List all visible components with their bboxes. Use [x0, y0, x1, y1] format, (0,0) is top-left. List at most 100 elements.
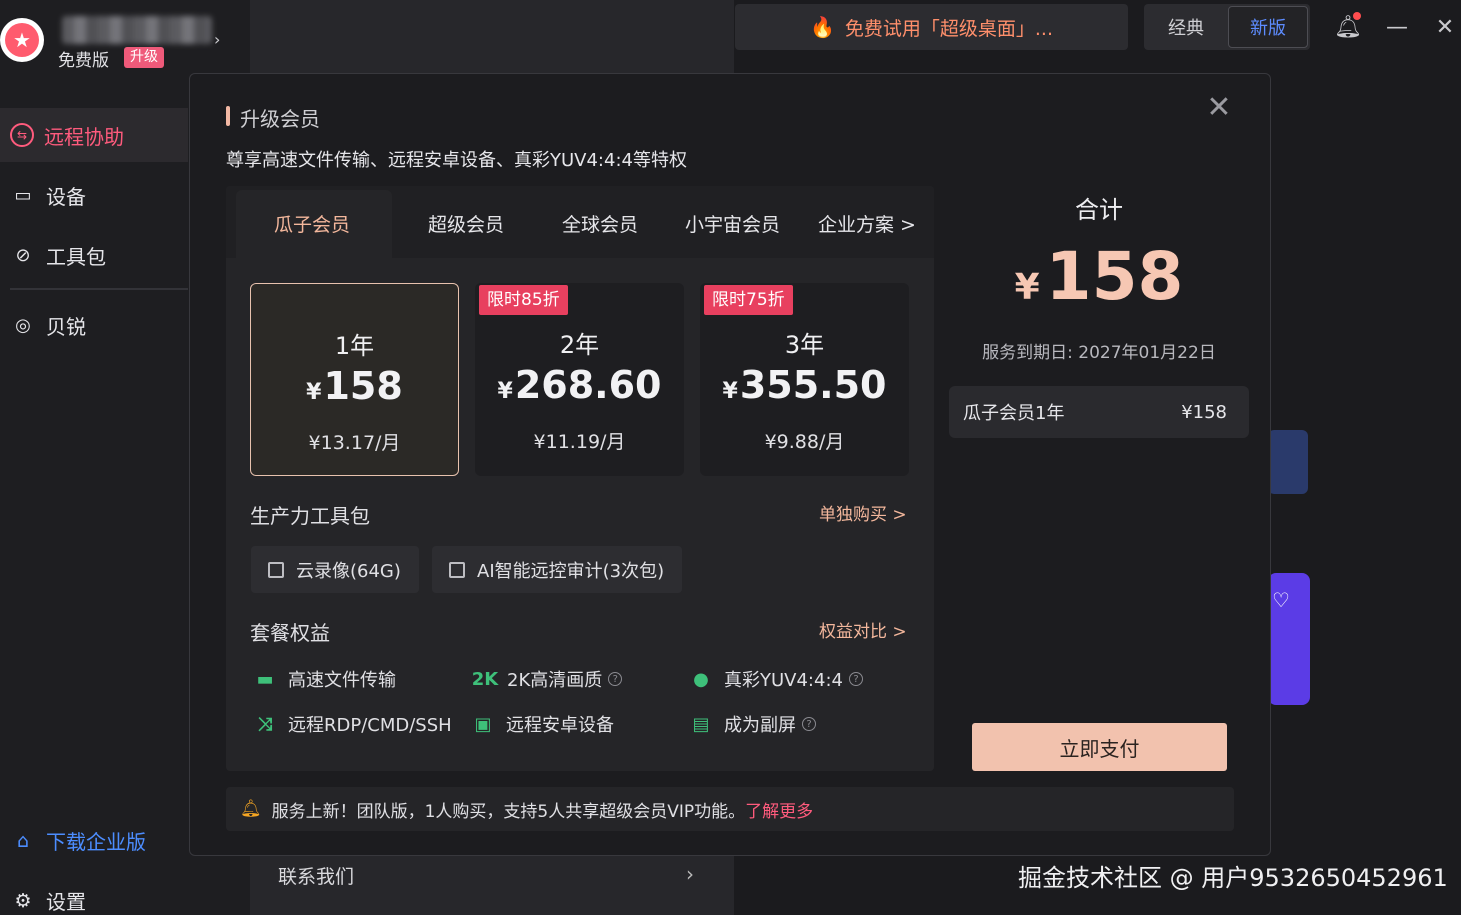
plan-card-3y[interactable]: 限时75折 3年 ¥355.50 ¥9.88/月 — [700, 283, 909, 476]
plan-price: ¥355.50 — [700, 363, 909, 407]
checkbox[interactable] — [268, 561, 284, 578]
line-item-price: ¥158 — [1181, 401, 1227, 423]
addon-cloud-recording[interactable]: 云录像(64G) — [251, 546, 419, 593]
benefit-item: ▣ 远程安卓设备 — [470, 711, 614, 737]
tab-cosmos[interactable]: 小宇宙会员 — [685, 210, 780, 237]
2k-icon: 2K — [471, 668, 499, 690]
total-price-value: 158 — [1045, 238, 1184, 315]
help-icon[interactable]: ? — [608, 672, 623, 686]
addon-label: 云录像(64G) — [296, 560, 401, 582]
addon-ai-audit[interactable]: AI智能远控审计(3次包) — [432, 546, 683, 593]
minimize-icon[interactable]: — — [1382, 12, 1412, 42]
benefit-item: ▤ 成为副屏 ? — [688, 711, 816, 737]
upgrade-badge[interactable]: 升级 — [124, 47, 164, 68]
notice-bar: 🔔︎ 服务上新！团队版，1人购买，支持5人共享超级会员VIP功能。 了解更多 — [226, 787, 1234, 831]
notice-text: 服务上新！团队版，1人购买，支持5人共享超级会员VIP功能。 — [271, 801, 746, 822]
line-item-name: 瓜子会员1年 — [963, 403, 1065, 424]
background-card — [1268, 430, 1308, 494]
toolbox-icon: ⊘ — [15, 244, 31, 266]
chevron-right-icon: › — [686, 862, 694, 886]
expire-date: 服务到期日: 2027年01月22日 — [982, 343, 1216, 363]
download-enterprise-label: 下载企业版 — [46, 830, 146, 854]
sidebar-item-device[interactable]: ▭ 设备 — [0, 168, 188, 222]
download-enterprise-link[interactable]: ⌂ 下载企业版 — [0, 826, 146, 855]
android-device-icon: ▣ — [474, 713, 492, 735]
sidebar-item-label: 工具包 — [46, 244, 106, 269]
building-icon: ⌂ — [16, 829, 30, 852]
help-icon[interactable]: ? — [802, 717, 816, 731]
tab-global[interactable]: 全球会员 — [562, 210, 638, 237]
settings-link[interactable]: ⚙ 设置 — [0, 886, 86, 915]
help-icon[interactable]: ? — [848, 672, 863, 686]
second-screen-icon: ▤ — [692, 713, 710, 735]
checkbox[interactable] — [449, 561, 465, 578]
divider — [10, 288, 188, 290]
tab-guazi[interactable]: 瓜子会员 — [274, 210, 350, 237]
plan-monthly: ¥13.17/月 — [308, 432, 401, 454]
flame-icon: 🔥 — [809, 15, 835, 39]
heart-icon: ♡ — [1272, 588, 1290, 612]
benefit-item: ⤨ 远程RDP/CMD/SSH — [252, 711, 452, 737]
settings-label: 设置 — [46, 890, 86, 914]
notification-dot — [1353, 12, 1361, 20]
plan-duration: 1年 — [334, 332, 375, 360]
window-close-icon[interactable]: ✕ — [1430, 12, 1460, 42]
benefit-item: ● 真彩YUV4:4:4 ? — [688, 666, 863, 692]
watermark: 掘金技术社区 @ 用户9532650452961 — [1018, 864, 1448, 892]
chevron-right-icon[interactable]: › — [214, 30, 220, 49]
oray-icon: ◎ — [15, 314, 31, 336]
addon-label: AI智能远控审计(3次包) — [477, 560, 665, 582]
pay-now-button[interactable]: 立即支付 — [972, 723, 1227, 771]
benefit-label: 成为副屏 — [724, 715, 796, 736]
plan-monthly: ¥9.88/月 — [764, 431, 845, 453]
folder-icon: ▬ — [256, 668, 274, 690]
version-new-button[interactable]: 新版 — [1228, 6, 1308, 48]
avatar[interactable]: ★ — [0, 18, 44, 62]
plan-price-value: 355.50 — [739, 363, 887, 407]
contact-us-row[interactable]: 联系我们 — [250, 850, 734, 900]
currency-symbol: ¥ — [722, 379, 738, 404]
benefits-heading: 套餐权益 — [250, 621, 330, 645]
benefit-label: 真彩YUV4:4:4 — [724, 670, 843, 691]
close-icon[interactable]: ✕ — [1202, 90, 1236, 125]
benefit-label: 高速文件传输 — [288, 670, 396, 691]
plan-monthly: ¥11.19/月 — [533, 431, 626, 453]
sidebar-item-oray[interactable]: ◎ 贝锐 — [0, 298, 188, 352]
plan-duration: 2年 — [559, 331, 600, 359]
discount-badge: 限时85折 — [479, 285, 568, 315]
sidebar-item-remote-assist[interactable]: ⇆ 远程协助 — [0, 108, 188, 162]
terminal-icon: ⤨ — [257, 713, 273, 735]
compare-benefits-link[interactable]: 权益对比 > — [819, 617, 907, 642]
promo-banner[interactable]: 🔥 免费试用「超级桌面」... — [735, 4, 1128, 50]
benefit-label: 远程RDP/CMD/SSH — [288, 715, 452, 736]
plan-price-value: 268.60 — [514, 363, 662, 407]
username-blurred[interactable] — [62, 16, 212, 44]
title-accent-bar — [226, 106, 230, 126]
tab-super[interactable]: 超级会员 — [428, 210, 504, 237]
plan-price-value: 158 — [323, 364, 403, 408]
sidebar-item-label: 远程协助 — [44, 124, 124, 149]
gear-icon: ⚙ — [14, 889, 32, 912]
palette-icon: ● — [693, 668, 709, 690]
plan-price: ¥268.60 — [475, 363, 684, 407]
device-icon: ▭ — [14, 184, 32, 206]
learn-more-link[interactable]: 了解更多 — [745, 797, 813, 822]
discount-badge: 限时75折 — [704, 285, 793, 315]
currency-symbol: ¥ — [306, 380, 322, 405]
promo-text: 免费试用「超级桌面」... — [844, 17, 1054, 40]
currency-symbol: ¥ — [1014, 267, 1040, 308]
toolkit-heading: 生产力工具包 — [250, 504, 370, 528]
modal-subtitle: 尊享高速文件传输、远程安卓设备、真彩YUV4:4:4等特权 — [226, 150, 687, 171]
tab-enterprise[interactable]: 企业方案 > — [818, 210, 916, 237]
benefit-label: 远程安卓设备 — [506, 715, 614, 736]
plan-card-1y[interactable]: 1年 ¥158 ¥13.17/月 — [250, 283, 459, 476]
plan-duration: 3年 — [784, 331, 825, 359]
sidebar-item-label: 贝锐 — [46, 314, 86, 339]
version-classic-button[interactable]: 经典 — [1146, 6, 1226, 48]
buy-separately-link[interactable]: 单独购买 > — [819, 500, 907, 525]
sidebar-item-toolbox[interactable]: ⊘ 工具包 — [0, 228, 188, 282]
plan-card-2y[interactable]: 限时85折 2年 ¥268.60 ¥11.19/月 — [475, 283, 684, 476]
total-label: 合计 — [1075, 196, 1123, 224]
remote-assist-icon: ⇆ — [10, 123, 34, 147]
sidebar-item-label: 设备 — [46, 184, 86, 209]
